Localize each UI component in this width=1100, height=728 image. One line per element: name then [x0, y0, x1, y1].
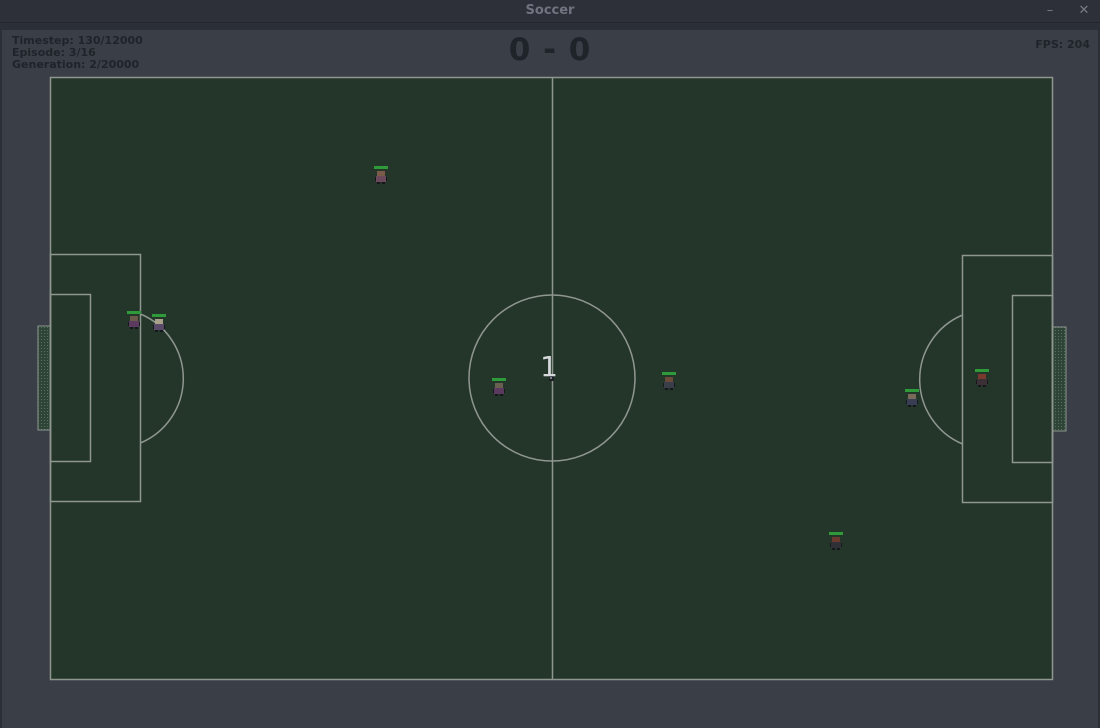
- right-goal: [1051, 326, 1067, 432]
- close-icon[interactable]: ✕: [1073, 0, 1095, 22]
- window-title: Soccer: [525, 3, 575, 18]
- soccer-field: 1: [37, 76, 1067, 681]
- title-bar: Soccer – ✕: [0, 0, 1100, 23]
- game-canvas[interactable]: Timestep: 130/12000 Episode: 3/16 Genera…: [2, 30, 1098, 728]
- ball-label: 1: [540, 350, 558, 383]
- minimize-icon[interactable]: –: [1039, 0, 1061, 22]
